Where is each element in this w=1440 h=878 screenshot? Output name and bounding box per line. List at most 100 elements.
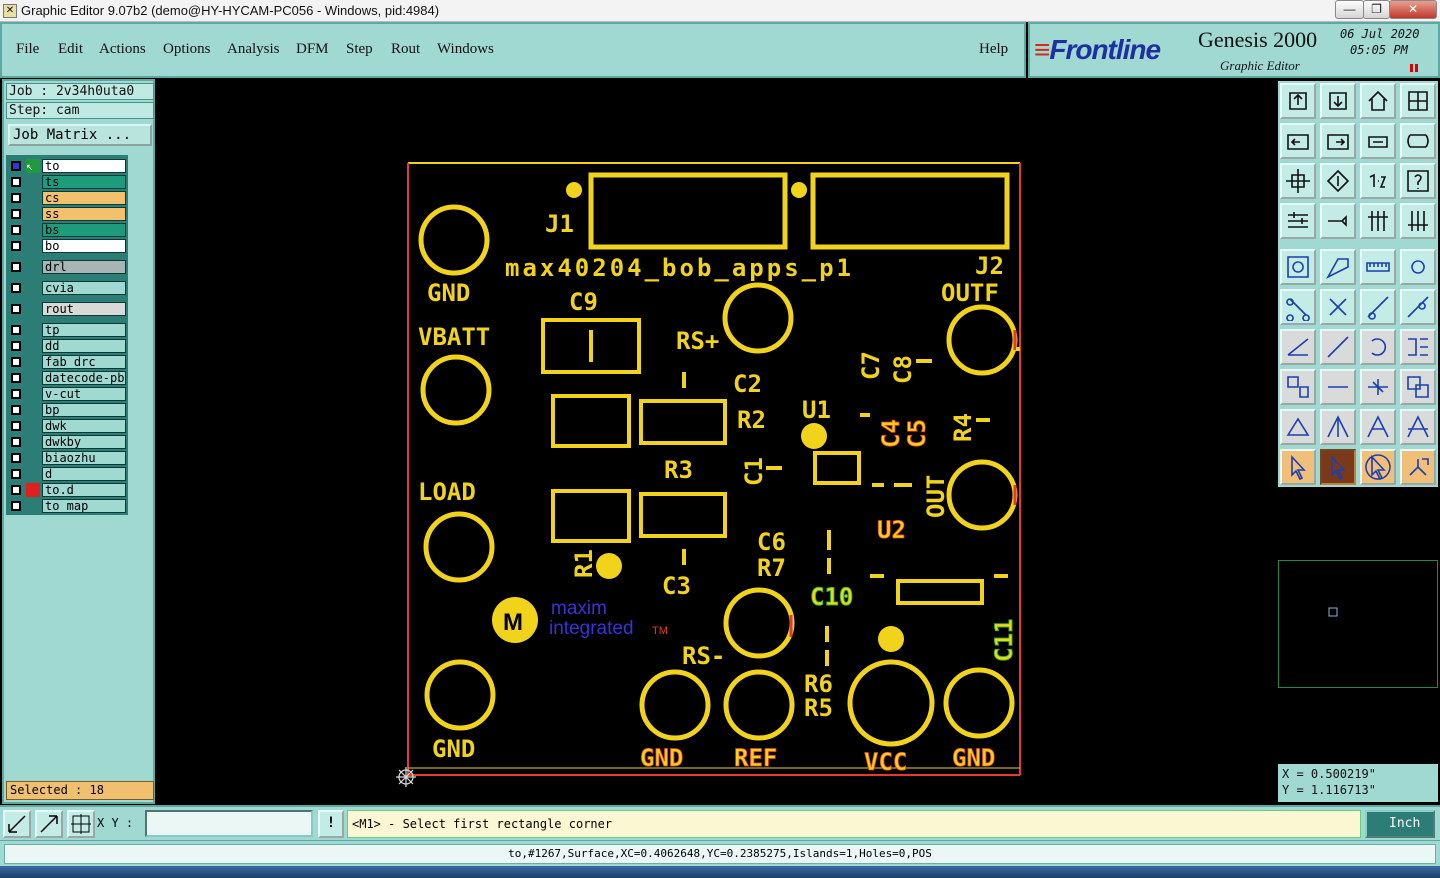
move-point-icon[interactable]: [1360, 289, 1396, 325]
layer-name[interactable]: d: [42, 467, 126, 481]
layer-name[interactable]: v-cut: [42, 387, 126, 401]
layer-checkbox[interactable]: [11, 389, 21, 399]
split-icon[interactable]: [1400, 329, 1436, 365]
layer-checkbox[interactable]: [11, 453, 21, 463]
layer-row-to[interactable]: ↖ to: [9, 159, 126, 173]
layer-compare-red-icon[interactable]: [1400, 203, 1436, 239]
layer-row-datecode-pbc[interactable]: datecode-pbc: [9, 371, 126, 385]
pcb-view[interactable]: J1 J2 max40204_bob_apps_p1 GND VBATT LOA…: [157, 79, 1275, 805]
menu-dfm[interactable]: DFM: [296, 41, 329, 58]
triangle-left-icon[interactable]: [1280, 409, 1316, 445]
close-button[interactable]: ✕: [1389, 0, 1437, 19]
layer-name[interactable]: ts: [42, 175, 126, 189]
layer-checkbox[interactable]: [11, 304, 21, 314]
zoom-out-icon[interactable]: [35, 810, 63, 838]
zoom-back-icon[interactable]: [1280, 123, 1316, 159]
layer-name[interactable]: drl: [42, 260, 126, 274]
graphic-canvas[interactable]: J1 J2 max40204_bob_apps_p1 GND VBATT LOA…: [157, 79, 1275, 805]
layer-checkbox[interactable]: [11, 193, 21, 203]
layer-row-drl[interactable]: drl: [9, 260, 126, 274]
layer-checkbox[interactable]: [11, 485, 21, 495]
layer-name[interactable]: cs: [42, 191, 126, 205]
layer-name[interactable]: dwkby: [42, 435, 126, 449]
add-circle-icon[interactable]: [1400, 249, 1436, 285]
arc-icon[interactable]: [1360, 329, 1396, 365]
connect-nodes-icon[interactable]: [1280, 289, 1316, 325]
layer-name[interactable]: bo: [42, 239, 126, 253]
ruler-icon[interactable]: [1360, 249, 1396, 285]
window-split-icon[interactable]: [1400, 83, 1436, 119]
help-query-icon[interactable]: [1400, 163, 1436, 199]
zoom-fit-icon[interactable]: [1360, 123, 1396, 159]
layer-name[interactable]: to_map: [42, 499, 126, 513]
layer-row-to.d[interactable]: to.d: [9, 483, 126, 497]
select-circle-icon[interactable]: [1360, 449, 1396, 485]
triangle-measure-icon[interactable]: [1400, 409, 1436, 445]
layer-checkbox[interactable]: [11, 161, 21, 171]
layer-checkbox[interactable]: [11, 225, 21, 235]
menu-file[interactable]: File: [16, 41, 39, 58]
layer-name[interactable]: datecode-pbc: [42, 371, 126, 385]
layer-checkbox[interactable]: [11, 177, 21, 187]
layer-row-bp[interactable]: bp: [9, 403, 126, 417]
job-matrix-button[interactable]: Job Matrix ...: [8, 124, 152, 146]
minimize-button[interactable]: —: [1335, 0, 1364, 19]
add-line-icon[interactable]: [1320, 249, 1356, 285]
layer-name[interactable]: dwk: [42, 419, 126, 433]
menu-rout[interactable]: Rout: [391, 41, 420, 58]
unit-selector[interactable]: Inch: [1365, 810, 1435, 838]
layer-compare-icon[interactable]: [1360, 203, 1396, 239]
layer-checkbox[interactable]: [11, 325, 21, 335]
delete-node-icon[interactable]: [1320, 289, 1356, 325]
layer-row-dwkby[interactable]: dwkby: [9, 435, 126, 449]
layer-checkbox[interactable]: [11, 341, 21, 351]
layer-row-dwk[interactable]: dwk: [9, 419, 126, 433]
layer-name[interactable]: biaozhu: [42, 451, 126, 465]
menu-analysis[interactable]: Analysis: [227, 41, 280, 58]
xy-input[interactable]: [145, 810, 313, 837]
grid-snap-icon[interactable]: [67, 810, 95, 838]
layer-row-bo[interactable]: bo: [9, 239, 126, 253]
menu-options[interactable]: Options: [163, 41, 211, 58]
layer-checkbox[interactable]: [11, 241, 21, 251]
layer-checkbox[interactable]: [11, 405, 21, 415]
alert-button[interactable]: !: [318, 810, 344, 838]
layer-name[interactable]: rout: [42, 302, 126, 316]
redraw-icon[interactable]: [1400, 123, 1436, 159]
layer-row-dd[interactable]: dd: [9, 339, 126, 353]
draw-diagonal-icon[interactable]: [1320, 329, 1356, 365]
home-icon[interactable]: [1360, 83, 1396, 119]
pause-icon[interactable]: [1410, 64, 1418, 72]
layer-checkbox[interactable]: [11, 357, 21, 367]
maximize-button[interactable]: ❐: [1363, 0, 1390, 19]
group-icon[interactable]: [1400, 369, 1436, 405]
open-job-icon[interactable]: [1280, 83, 1316, 119]
layer-row-fab_drc[interactable]: fab_drc: [9, 355, 126, 369]
layer-row-rout[interactable]: rout: [9, 302, 126, 316]
layer-checkbox[interactable]: [11, 373, 21, 383]
select-rect-icon[interactable]: [1320, 449, 1356, 485]
layer-name[interactable]: to.d: [42, 483, 126, 497]
menu-step[interactable]: Step: [346, 41, 373, 58]
layer-checkbox[interactable]: [11, 437, 21, 447]
move-pad-icon[interactable]: [1400, 289, 1436, 325]
scale-1-2-icon[interactable]: [1360, 163, 1396, 199]
layer-row-v-cut[interactable]: v-cut: [9, 387, 126, 401]
measure-settings-icon[interactable]: [1280, 203, 1316, 239]
layer-name[interactable]: bs: [42, 223, 126, 237]
layer-row-ts[interactable]: ts: [9, 175, 126, 189]
zoom-extent-icon[interactable]: [1280, 163, 1316, 199]
zoom-in-icon[interactable]: [3, 810, 31, 838]
layer-checkbox[interactable]: [11, 469, 21, 479]
layer-name[interactable]: tp: [42, 323, 126, 337]
select-arrow-icon[interactable]: [1280, 449, 1316, 485]
layer-row-cvia[interactable]: cvia: [9, 281, 126, 295]
layer-checkbox[interactable]: [11, 421, 21, 431]
draw-line-icon[interactable]: [1280, 329, 1316, 365]
select-path-icon[interactable]: [1400, 449, 1436, 485]
triangle-out-icon[interactable]: [1360, 409, 1396, 445]
zoom-forward-icon[interactable]: [1320, 123, 1356, 159]
save-icon[interactable]: [1320, 83, 1356, 119]
layer-name[interactable]: ss: [42, 207, 126, 221]
layer-checkbox[interactable]: [11, 501, 21, 511]
